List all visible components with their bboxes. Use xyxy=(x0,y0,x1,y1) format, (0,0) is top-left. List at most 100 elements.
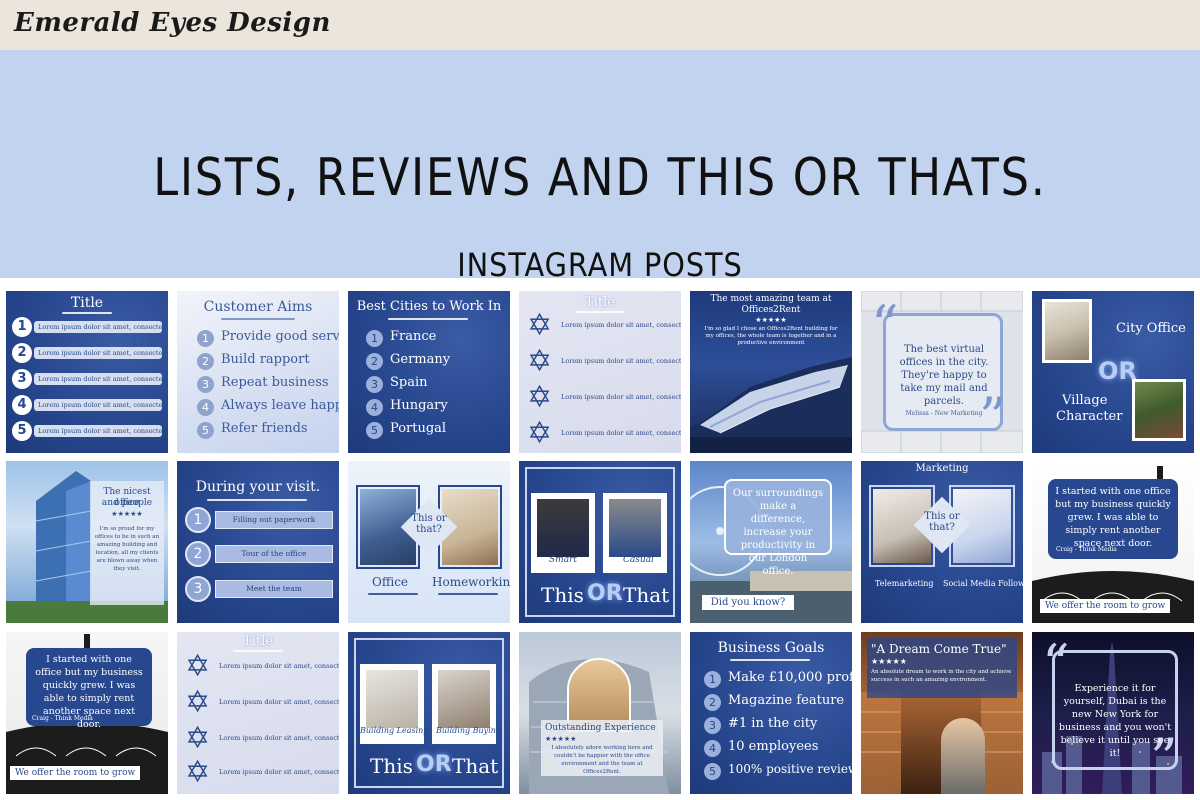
tile-dream-come-true[interactable]: "A Dream Come True" ★★★★★ An absolute dr… xyxy=(861,632,1023,794)
review-quote: The best virtual offices in the city. Th… xyxy=(899,344,989,407)
list-item: ✡Lorem ipsum dolor sit amet, consectetur xyxy=(527,380,681,415)
review-author: Craig - Think Media xyxy=(1056,546,1117,553)
brand-logo-text: Emerald Eyes Design xyxy=(14,8,331,38)
review-author: Melissa - New Marketing xyxy=(905,410,983,417)
option-a-label: Smart xyxy=(549,555,577,565)
option-b-label: Building Buying xyxy=(436,726,502,735)
list-item: 1 Lorem ipsum dolor sit amet, consectetur xyxy=(12,317,164,337)
tile-during-visit[interactable]: During your visit. 1 Filling out paperwor… xyxy=(177,461,339,623)
tile-title: Title xyxy=(243,634,273,649)
number-badge: 2 xyxy=(12,343,32,363)
tile-city-village[interactable]: City Office OR Village Character xyxy=(1032,291,1194,453)
option-b-label: Character xyxy=(1056,409,1123,424)
tile-room-to-grow[interactable]: I started with one office but my busines… xyxy=(1032,461,1194,623)
list-item-text: Lorem ipsum dolor sit amet, consectetur xyxy=(34,347,162,359)
this-label: This xyxy=(370,754,413,778)
title-underline xyxy=(221,318,295,320)
fact-bubble: Our surroundings make a difference, incr… xyxy=(724,479,832,577)
tile-best-cities[interactable]: Best Cities to Work In 1 France 2 Germany … xyxy=(348,291,510,453)
title-underline xyxy=(730,659,810,661)
option-a-label: Telemarketing xyxy=(875,579,934,588)
option-a-label: Building Leasing xyxy=(360,726,429,735)
tile-title: Customer Aims xyxy=(203,299,313,315)
hero-banner: LISTS, REVIEWS AND THIS OR THATS. INSTAG… xyxy=(0,50,1200,284)
star-of-david-icon: ✡ xyxy=(527,380,553,415)
review-title: Outstanding Experience xyxy=(545,723,656,733)
rating-stars: ★★★★★ xyxy=(871,657,907,666)
review-body: I'm so glad I chose an Offices2Rent buil… xyxy=(704,326,838,346)
rating-stars: ★★★★★ xyxy=(545,735,577,743)
tile-numbered-list[interactable]: Title 1 Lorem ipsum dolor sit amet, conse… xyxy=(6,291,168,453)
tile-title: Business Goals xyxy=(717,640,825,656)
review-body: I'm so proud for my offices to be in suc… xyxy=(94,526,160,572)
portrait-photo xyxy=(941,718,985,794)
city-office-photo xyxy=(1042,299,1092,363)
tile-virtual-offices[interactable]: “ ” The best virtual offices in the city… xyxy=(861,291,1023,453)
tile-room-to-grow-2[interactable]: I started with one office but my busines… xyxy=(6,632,168,794)
tile-title: During your visit. xyxy=(195,479,321,495)
list-item-text: Lorem ipsum dolor sit amet, consectetur xyxy=(34,321,162,333)
tile-leasing-buying[interactable]: Building Leasing Building Buying This OR… xyxy=(348,632,510,794)
title-underline xyxy=(388,318,468,320)
option-b-label: Casual xyxy=(623,555,654,565)
number-badge: 5 xyxy=(12,421,32,441)
this-label: This xyxy=(541,583,584,607)
star-of-david-icon: ✡ xyxy=(185,755,211,790)
number-badge: 3 xyxy=(185,576,211,602)
room-to-grow-label: We offer the room to grow xyxy=(1040,599,1171,613)
star-of-david-icon: ✡ xyxy=(527,308,553,343)
or-separator: OR xyxy=(587,581,623,606)
tile-outstanding[interactable]: Outstanding Experience ★★★★★ I absolutel… xyxy=(519,632,681,794)
tile-marketing[interactable]: Marketing This or that? Telemarketing So… xyxy=(861,461,1023,623)
title-underline xyxy=(207,499,307,501)
hero-subtitle: INSTAGRAM POSTS xyxy=(457,246,743,284)
star-of-david-icon: ✡ xyxy=(185,721,211,756)
tile-title: Marketing xyxy=(915,463,969,474)
tile-dubai[interactable]: “ ” Experience it for yourself, Dubai is… xyxy=(1032,632,1194,794)
that-label: That xyxy=(452,754,499,778)
review-title: The most amazing team at xyxy=(710,294,832,304)
review-quote: Experience it for yourself, Dubai is the… xyxy=(1058,683,1172,759)
list-item: 1 Filling out paperwork xyxy=(185,507,333,533)
tile-star-list[interactable]: Title ✡ Lorem ipsum dolor sit amet, conse… xyxy=(519,291,681,453)
tile-amazing-team[interactable]: The most amazing team at Offices2Rent ★★… xyxy=(690,291,852,453)
tile-customer-aims[interactable]: Customer Aims 1Provide good service 2Bui… xyxy=(177,291,339,453)
rating-stars: ★★★★★ xyxy=(755,316,787,324)
tile-title: Title xyxy=(70,295,104,311)
option-a-label: City Office xyxy=(1116,321,1186,336)
list-item: ✡Lorem ipsum dolor sit amet, consectetur xyxy=(185,721,339,756)
tile-star-list-2[interactable]: Title ✡ Lorem ipsum dolor sit amet, conse… xyxy=(177,632,339,794)
number-badge: 1 xyxy=(12,317,32,337)
number-badge: 3 xyxy=(12,369,32,389)
list-item: 2 Lorem ipsum dolor sit amet, consectetur xyxy=(12,343,164,363)
that-label: That xyxy=(623,583,670,607)
list-item-text: Lorem ipsum dolor sit amet, consectetur xyxy=(34,373,162,385)
list-item: 3 Meet the team xyxy=(185,576,333,602)
review-title-brand: Offices2Rent xyxy=(741,305,801,315)
option-a-label: Office xyxy=(372,575,409,589)
list-item: 4 Lorem ipsum dolor sit amet, consectetur xyxy=(12,395,164,415)
star-of-david-icon: ✡ xyxy=(527,416,553,451)
star-of-david-icon: ✡ xyxy=(185,685,211,720)
this-or-that-label: This or that? xyxy=(411,513,447,535)
list-item-text: Meet the team xyxy=(215,580,333,598)
title-underline xyxy=(62,312,112,314)
list-item-text: Tour of the office xyxy=(215,545,333,563)
tile-surroundings[interactable]: Our surroundings make a difference, incr… xyxy=(690,461,852,623)
star-of-david-icon: ✡ xyxy=(185,649,211,684)
label-underline xyxy=(368,593,418,595)
review-author: Craig - Think Media xyxy=(32,715,93,722)
list-item-text: Lorem ipsum dolor sit amet, consectetur xyxy=(34,399,162,411)
label-underline xyxy=(438,593,498,595)
did-you-know-label: Did you know? xyxy=(702,595,794,610)
list-item: 2 Tour of the office xyxy=(185,541,333,567)
option-b-label: Village xyxy=(1062,393,1108,408)
or-separator: OR xyxy=(416,752,452,777)
tile-smart-casual[interactable]: Smart Casual This OR That xyxy=(519,461,681,623)
list-item: ✡Lorem ipsum dolor sit amet, consectetur xyxy=(527,416,681,451)
number-badge: 1 xyxy=(185,507,211,533)
number-badge: 4 xyxy=(12,395,32,415)
tile-nicest-office[interactable]: The nicest office and people ★★★★★ I'm s… xyxy=(6,461,168,623)
tile-office-homeworking[interactable]: This or that? Office Homeworking xyxy=(348,461,510,623)
tile-business-goals[interactable]: Business Goals 1 Make £10,000 profit 2 Mag… xyxy=(690,632,852,794)
